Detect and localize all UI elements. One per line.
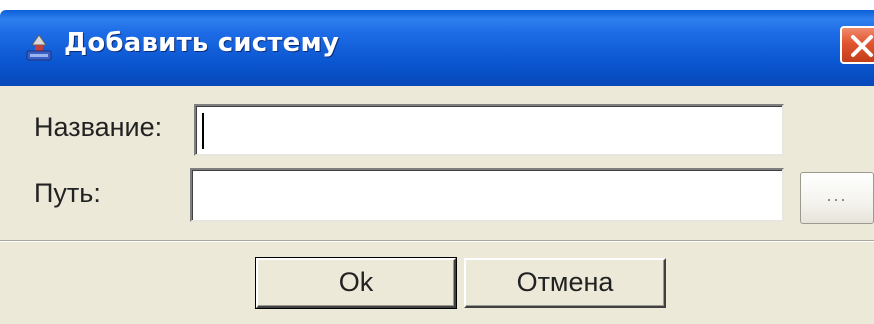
close-button[interactable] xyxy=(840,26,874,64)
add-system-dialog: Добавить систему Название: Путь: ... Ok … xyxy=(0,0,874,324)
cancel-button[interactable]: Отмена xyxy=(464,258,666,308)
path-label: Путь: xyxy=(34,178,101,208)
path-input[interactable] xyxy=(190,168,784,222)
computer-user-icon xyxy=(24,33,54,63)
text-caret xyxy=(202,113,204,149)
name-input[interactable] xyxy=(194,104,784,156)
dialog-title: Добавить систему xyxy=(64,28,340,58)
name-label: Название: xyxy=(34,112,163,142)
browse-button[interactable]: ... xyxy=(800,172,874,224)
separator xyxy=(0,240,874,242)
title-bar: Добавить систему xyxy=(0,0,874,86)
ok-button[interactable]: Ok xyxy=(255,257,457,309)
close-icon xyxy=(851,35,873,57)
